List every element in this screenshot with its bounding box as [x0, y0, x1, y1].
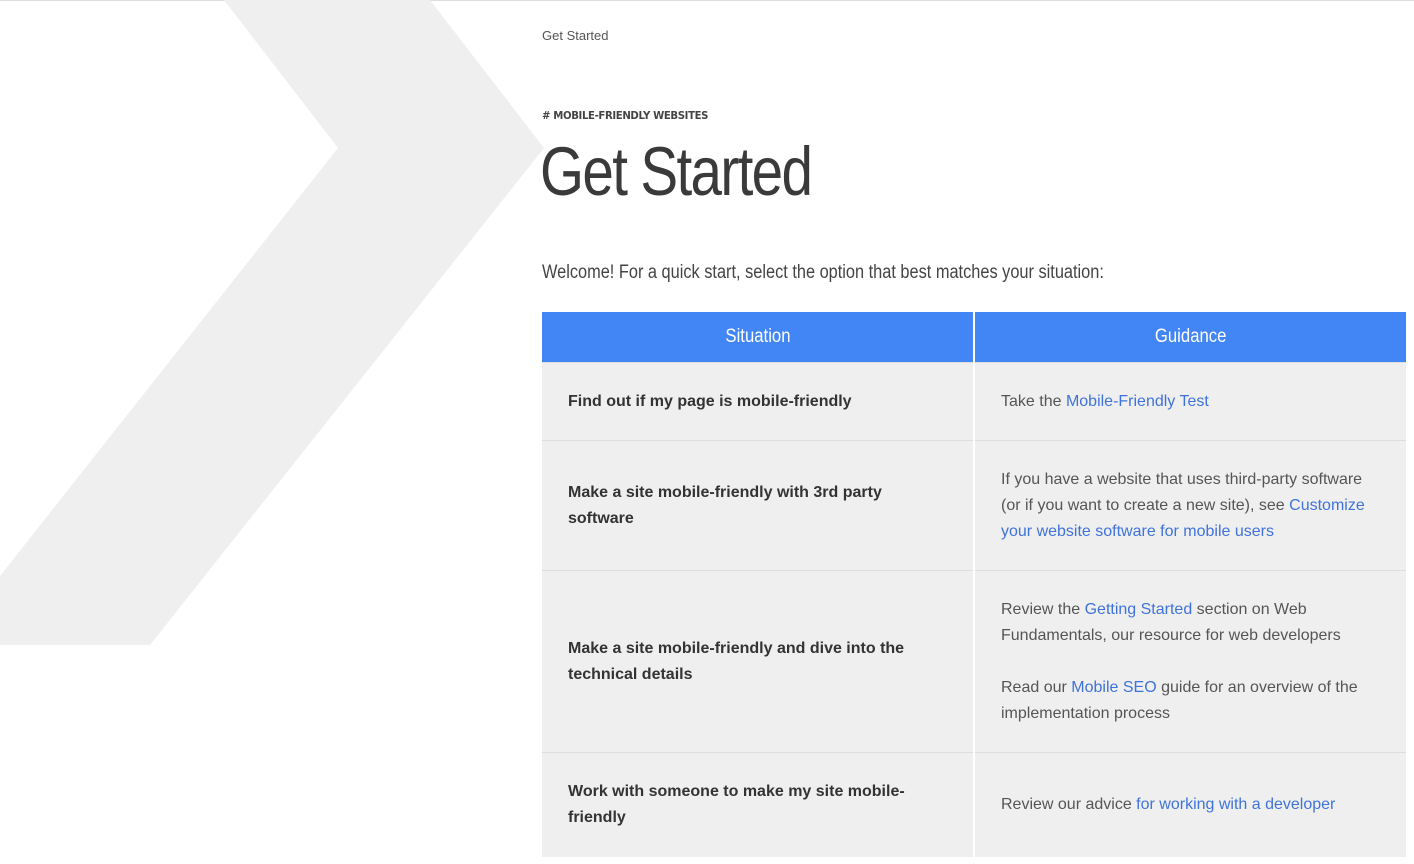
guidance-cell: Review our advice for working with a dev… [974, 752, 1406, 857]
guidance-cell: If you have a website that uses third-pa… [974, 440, 1406, 571]
intro-text: Welcome! For a quick start, select the o… [542, 262, 1104, 283]
situation-cell: Make a site mobile-friendly and dive int… [542, 570, 975, 753]
section-eyebrow: # MOBILE-FRIENDLY WEBSITES [542, 109, 709, 122]
table-row: Work with someone to make my site mobile… [542, 752, 1406, 857]
getting-started-link[interactable]: Getting Started [1085, 601, 1193, 618]
guidance-text: Review our advice [1001, 795, 1137, 813]
guidance-cell: Take the Mobile-Friendly Test [974, 362, 1406, 441]
mobile-friendly-test-link[interactable]: Mobile-Friendly Test [1066, 393, 1209, 410]
guidance-paragraph: Read our Mobile SEO guide for an overvie… [1001, 675, 1380, 727]
guidance-text: Read our [1001, 678, 1072, 696]
guidance-paragraph: Review the Getting Started section on We… [1001, 597, 1380, 649]
page-title: Get Started [540, 133, 813, 210]
table-row: Make a site mobile-friendly and dive int… [542, 570, 1406, 753]
table-row: Make a site mobile-friendly with 3rd par… [542, 440, 1406, 571]
working-with-developer-link[interactable]: for working with a developer [1136, 796, 1335, 813]
guidance-text: Review the [1001, 600, 1085, 618]
breadcrumb-get-started[interactable]: Get Started [542, 28, 608, 43]
situation-cell: Find out if my page is mobile-friendly [542, 362, 975, 441]
column-header-situation: Situation [542, 312, 975, 363]
guidance-cell: Review the Getting Started section on We… [974, 570, 1406, 753]
guidance-text: Take the [1001, 392, 1066, 410]
situation-cell: Work with someone to make my site mobile… [542, 752, 975, 857]
situation-cell: Make a site mobile-friendly with 3rd par… [542, 440, 975, 571]
column-header-guidance: Guidance [974, 312, 1406, 363]
chevron-decoration-icon [0, 0, 544, 645]
table-header-row: Situation Guidance [542, 312, 1406, 363]
mobile-seo-link[interactable]: Mobile SEO [1071, 679, 1156, 696]
table-row: Find out if my page is mobile-friendly T… [542, 362, 1406, 441]
guidance-table: Situation Guidance Find out if my page i… [542, 312, 1406, 857]
page: Get Started # MOBILE-FRIENDLY WEBSITES G… [0, 0, 1414, 864]
